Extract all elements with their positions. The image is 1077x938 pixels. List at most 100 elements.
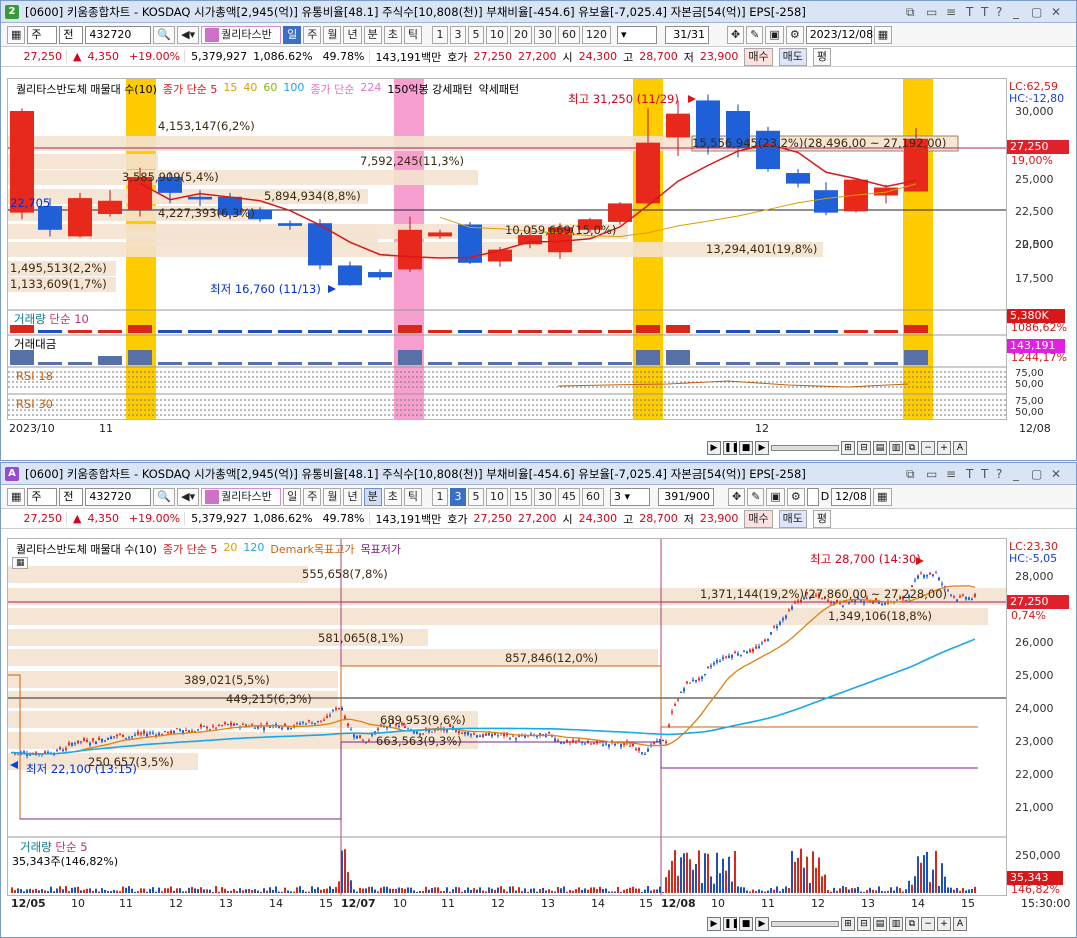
interval-10[interactable]: 10 xyxy=(485,487,508,506)
date-checkbox[interactable] xyxy=(806,487,819,506)
draw-icon[interactable]: ✎ xyxy=(747,487,765,506)
pyeong-button[interactable]: 평 xyxy=(812,47,831,66)
view5-icon[interactable]: ⧉ xyxy=(905,441,919,455)
period-tick[interactable]: 틱 xyxy=(403,487,422,506)
period-minute[interactable]: 분 xyxy=(363,25,382,44)
view2-icon[interactable]: ⊟ xyxy=(857,917,871,931)
pause-icon[interactable]: ❚❚ xyxy=(723,917,739,931)
list-icon[interactable]: ≡ xyxy=(946,5,956,19)
daily-candle-chart[interactable]: 퀄리타스반도체 매물대 수(10) 종가 단순 5 15 40 60 100 종… xyxy=(7,78,1007,420)
pyeong-button[interactable]: 평 xyxy=(812,509,831,528)
zoom-slider[interactable] xyxy=(771,921,839,927)
sound-icon[interactable]: ◀▾ xyxy=(177,25,200,44)
period-month[interactable]: 월 xyxy=(323,25,342,44)
calendar-icon[interactable]: ▦ xyxy=(873,25,893,44)
help-icon[interactable]: ? xyxy=(996,5,1002,19)
font-size-icon[interactable]: A xyxy=(953,441,967,455)
stock-name[interactable]: 퀄리타스반 xyxy=(201,25,282,44)
interval-10[interactable]: 10 xyxy=(485,25,508,44)
close-icon[interactable]: ✕ xyxy=(1051,467,1061,481)
period-week[interactable]: 주 xyxy=(303,25,322,44)
period-day[interactable]: 일 xyxy=(283,487,302,506)
period-month[interactable]: 월 xyxy=(323,487,342,506)
interval-60[interactable]: 60 xyxy=(581,487,604,506)
interval-20[interactable]: 20 xyxy=(509,25,532,44)
kind-select[interactable]: 전 xyxy=(59,25,84,44)
period-second[interactable]: 초 xyxy=(383,487,402,506)
maximize-icon[interactable]: ▢ xyxy=(1031,467,1042,481)
minute-candle-chart[interactable]: 퀄리타스반도체 매물대 수(10) 종가 단순 5 20 120 Demark목… xyxy=(7,538,1007,896)
zoom-out-icon[interactable]: − xyxy=(921,917,935,931)
minimize-icon[interactable]: _ xyxy=(1013,5,1019,19)
close-icon[interactable]: ✕ xyxy=(1051,5,1061,19)
interval-1[interactable]: 1 xyxy=(431,487,448,506)
interval-60[interactable]: 60 xyxy=(557,25,580,44)
view-icon[interactable]: ⊞ xyxy=(841,917,855,931)
zoom-in-icon[interactable]: + xyxy=(937,917,951,931)
stock-code-input[interactable]: 432720 xyxy=(85,25,152,44)
font-size-icon[interactable]: A xyxy=(953,917,967,931)
maximize-icon[interactable]: ▢ xyxy=(1031,5,1042,19)
date-input[interactable]: 2023/12/08 xyxy=(805,25,873,44)
search-icon[interactable]: 🔍 xyxy=(153,25,176,44)
buy-button[interactable]: 매수 xyxy=(744,509,773,528)
custom-interval[interactable]: 3 ▾ xyxy=(609,487,650,506)
period-tick[interactable]: 틱 xyxy=(403,25,422,44)
help-icon[interactable]: ? xyxy=(996,467,1002,481)
font-icon[interactable]: T xyxy=(966,5,973,19)
period-year[interactable]: 년 xyxy=(343,25,362,44)
interval-120[interactable]: 120 xyxy=(581,25,611,44)
text-icon[interactable]: T xyxy=(981,5,988,19)
tool-icon[interactable]: ✥ xyxy=(726,25,745,44)
text-icon[interactable]: T xyxy=(981,467,988,481)
search-icon[interactable]: 🔍 xyxy=(153,487,176,506)
stock-code-input[interactable]: 432720 xyxy=(85,487,152,506)
interval-5[interactable]: 5 xyxy=(467,25,484,44)
market-select[interactable]: 주 xyxy=(27,487,58,506)
custom-interval[interactable]: ▾ xyxy=(616,25,657,44)
period-minute[interactable]: 분 xyxy=(363,487,382,506)
settings-icon[interactable]: ⚙ xyxy=(786,487,805,506)
table-icon[interactable]: ▦ xyxy=(12,557,28,569)
bar-count[interactable]: 391/900 xyxy=(657,487,714,506)
interval-15[interactable]: 15 xyxy=(509,487,532,506)
view4-icon[interactable]: ▥ xyxy=(889,917,903,931)
stop-icon[interactable]: ■ xyxy=(739,441,753,455)
period-second[interactable]: 초 xyxy=(383,25,402,44)
interval-1[interactable]: 1 xyxy=(431,25,448,44)
period-day[interactable]: 일 xyxy=(283,25,302,44)
zoom-in-icon[interactable]: + xyxy=(937,441,951,455)
interval-5[interactable]: 5 xyxy=(467,487,484,506)
font-icon[interactable]: T xyxy=(966,467,973,481)
interval-45[interactable]: 45 xyxy=(557,487,580,506)
play-icon[interactable]: ▶ xyxy=(707,441,721,455)
play-icon[interactable]: ▶ xyxy=(707,917,721,931)
next-icon[interactable]: ▶ xyxy=(755,917,769,931)
calendar-icon[interactable]: ▦ xyxy=(873,487,892,506)
sound-icon[interactable]: ◀▾ xyxy=(177,487,200,506)
title-bar[interactable]: 2 [0600] 키움종합차트 - KOSDAQ 시가총액[2,945(억)] … xyxy=(1,1,1076,23)
stock-name[interactable]: 퀄리타스반 xyxy=(201,487,282,506)
zoom-out-icon[interactable]: − xyxy=(921,441,935,455)
grid-icon[interactable]: ▦ xyxy=(7,487,26,506)
list-icon[interactable]: ≡ xyxy=(946,467,956,481)
kind-select[interactable]: 전 xyxy=(59,487,84,506)
grid-icon[interactable]: ▦ xyxy=(7,25,26,44)
settings-icon[interactable]: ⚙ xyxy=(785,25,804,44)
split-icon[interactable]: ▭ xyxy=(926,467,937,481)
interval-3[interactable]: 3 xyxy=(449,25,466,44)
pause-icon[interactable]: ❚❚ xyxy=(723,441,739,455)
buy-button[interactable]: 매수 xyxy=(744,47,773,66)
link-icon[interactable]: ⧉ xyxy=(906,467,915,482)
view4-icon[interactable]: ▥ xyxy=(889,441,903,455)
interval-3[interactable]: 3 xyxy=(449,487,466,506)
view2-icon[interactable]: ⊟ xyxy=(857,441,871,455)
save-icon[interactable]: ▣ xyxy=(766,487,785,506)
sell-button[interactable]: 매도 xyxy=(778,509,807,528)
view5-icon[interactable]: ⧉ xyxy=(905,917,919,931)
minimize-icon[interactable]: _ xyxy=(1013,467,1019,481)
view3-icon[interactable]: ▤ xyxy=(873,917,887,931)
market-select[interactable]: 주 xyxy=(27,25,58,44)
tool-icon[interactable]: ✥ xyxy=(727,487,746,506)
link-icon[interactable]: ⧉ xyxy=(906,5,915,20)
